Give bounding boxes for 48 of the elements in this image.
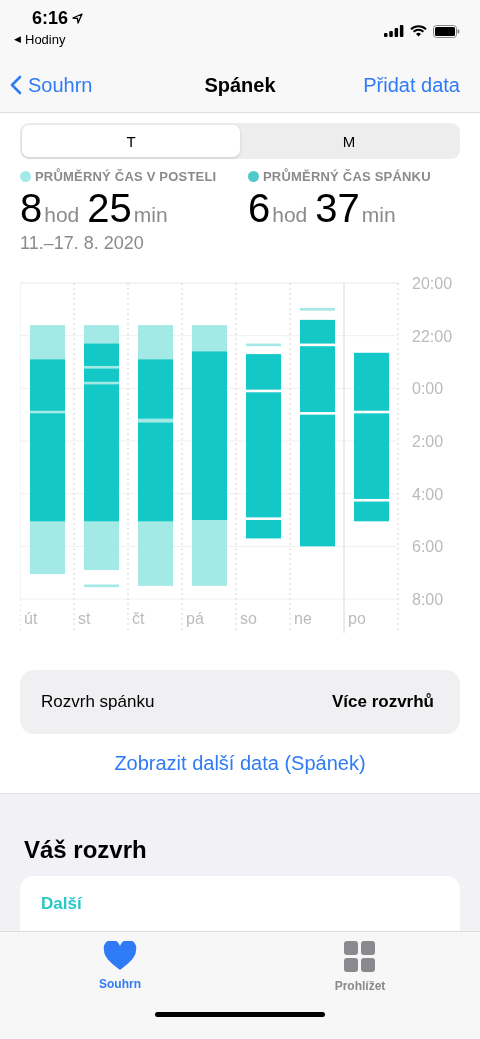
stat-unit: min: [361, 203, 396, 227]
axis-label: 22:00: [412, 327, 453, 345]
back-button[interactable]: Souhrn: [10, 73, 93, 97]
day-label: ne: [294, 610, 312, 627]
axis-label: 8:00: [412, 591, 444, 608]
cellular-signal-icon: [384, 25, 404, 37]
stat-value: 37: [315, 186, 360, 231]
axis-label: 20:00: [412, 275, 453, 292]
battery-icon: [433, 24, 460, 38]
wifi-icon: [410, 25, 427, 37]
status-time: 6:16: [32, 8, 69, 29]
stat-value: 6: [248, 186, 271, 231]
tab-bar-item[interactable]: Souhrn: [60, 940, 180, 994]
day-label: út: [24, 610, 38, 627]
back-to-app-link[interactable]: Hodiny: [25, 32, 66, 47]
schedule-row[interactable]: Rozvrh spánku Více rozvrhů: [20, 670, 460, 734]
heart-icon: [103, 941, 137, 971]
add-data-button[interactable]: Přidat data: [363, 73, 460, 97]
day-label: st: [78, 610, 91, 627]
row-label: Rozvrh spánku: [41, 692, 155, 712]
stat-value: 8: [20, 186, 43, 231]
date-range: 11.–17. 8. 2020: [20, 233, 145, 254]
day-label: pá: [186, 610, 204, 627]
axis-label: 0:00: [412, 380, 444, 398]
tab-bar-item[interactable]: Prohlížet: [300, 940, 420, 994]
screen-title: Spánek: [204, 73, 276, 97]
stat-label: PRŮMĚRNÝ ČAS V POSTELI: [35, 169, 217, 184]
back-triangle-icon: ◀: [14, 34, 21, 44]
segment-tab[interactable]: T: [22, 125, 240, 157]
day-label: so: [240, 610, 257, 627]
stat-unit: hod: [44, 203, 80, 227]
card-label: Další: [41, 894, 82, 913]
row-value: Více rozvrhů: [331, 692, 434, 712]
stat-unit: min: [133, 203, 168, 227]
location-arrow-icon: [72, 13, 84, 24]
show-more-link[interactable]: Zobrazit další data (Spánek): [114, 752, 366, 774]
stat-value: 25: [87, 186, 132, 231]
day-label: po: [348, 610, 366, 627]
segment-tab[interactable]: M: [240, 125, 458, 157]
chevron-left-icon: [10, 75, 22, 95]
axis-label: 6:00: [412, 538, 444, 556]
axis-label: 4:00: [412, 485, 444, 503]
stat-label: PRŮMĚRNÝ ČAS SPÁNKU: [263, 169, 431, 184]
day-label: čt: [132, 610, 145, 627]
grid-icon: [344, 941, 376, 973]
section-title: Váš rozvrh: [23, 836, 148, 864]
stat-unit: hod: [272, 203, 308, 227]
axis-label: 2:00: [412, 433, 444, 450]
